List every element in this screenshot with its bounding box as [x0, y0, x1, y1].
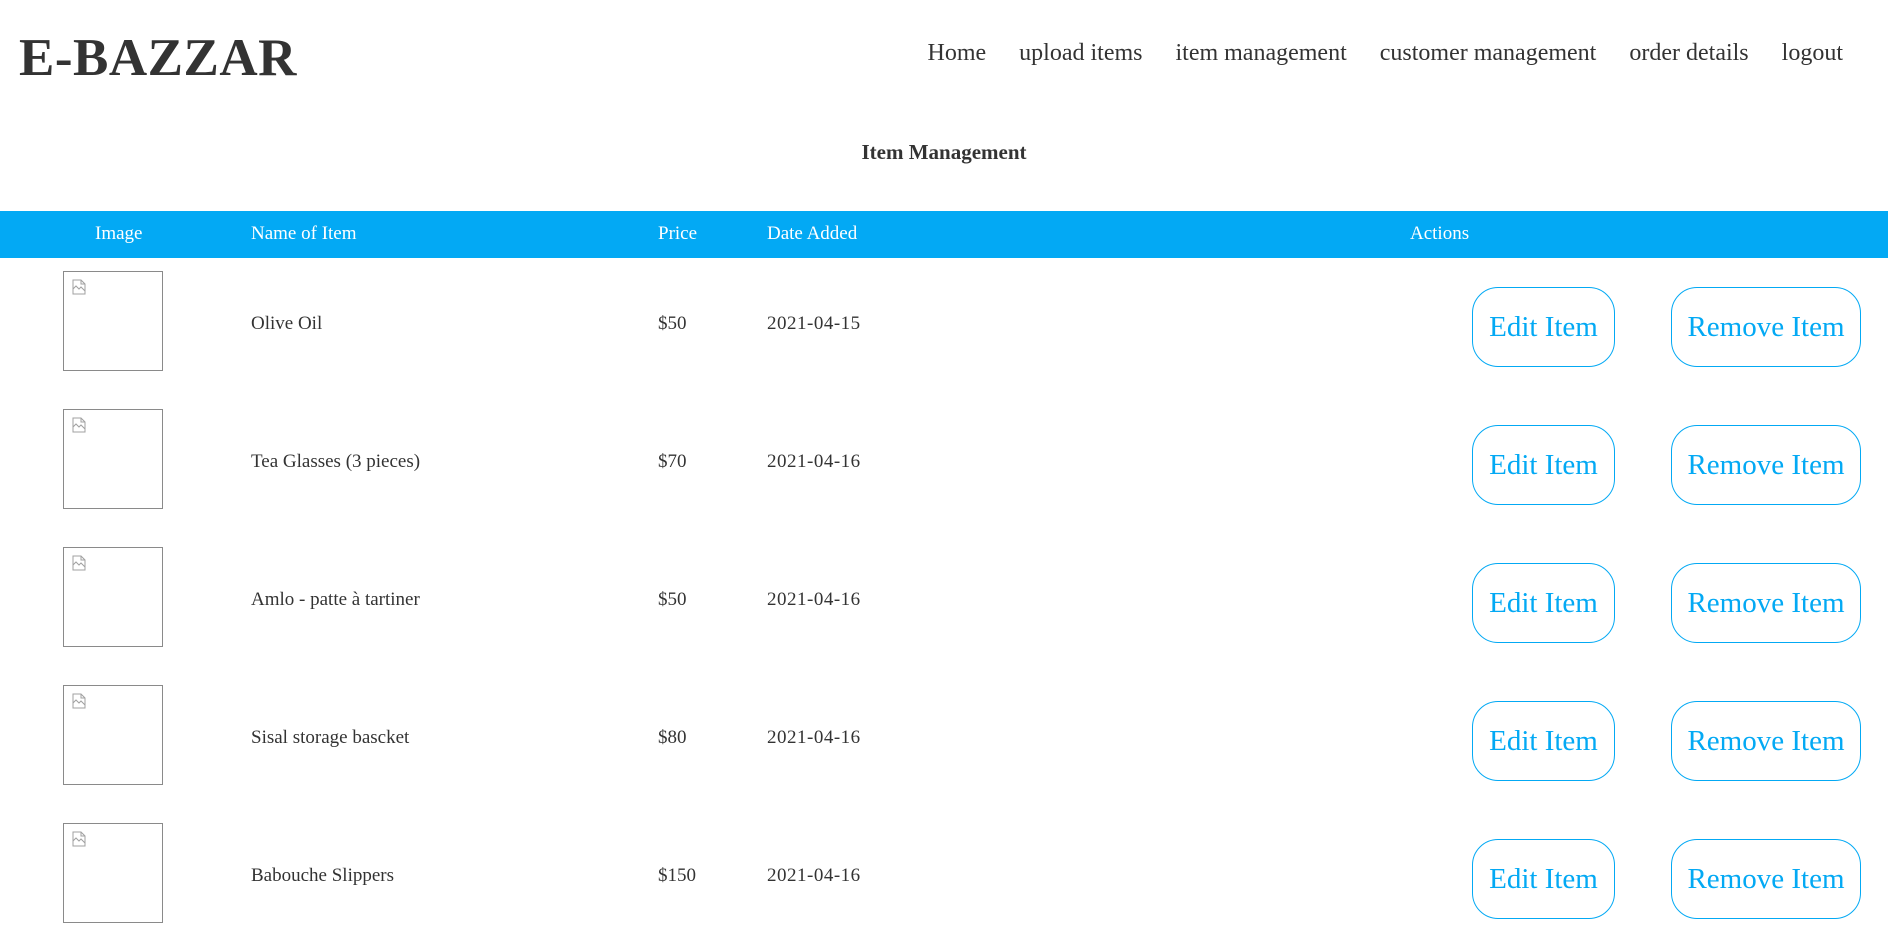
remove-item-button[interactable]: Remove Item	[1671, 563, 1861, 643]
table-row: Sisal storage bascket $80 2021-04-16 Edi…	[0, 672, 1888, 810]
table-row: Olive Oil $50 2021-04-15 Edit Item Remov…	[0, 258, 1888, 396]
item-price: $50	[658, 589, 687, 610]
item-price: $70	[658, 451, 687, 472]
item-name: Olive Oil	[251, 313, 323, 334]
nav-customer-management[interactable]: customer management	[1380, 40, 1597, 67]
main-nav: Home upload items item management custom…	[928, 40, 1844, 67]
item-image	[63, 547, 163, 647]
edit-item-button[interactable]: Edit Item	[1472, 701, 1615, 781]
header-date: Date Added	[767, 223, 858, 244]
item-image	[63, 823, 163, 923]
nav-item-management[interactable]: item management	[1175, 40, 1346, 67]
item-image	[63, 685, 163, 785]
item-name: Babouche Slippers	[251, 865, 395, 886]
edit-item-button[interactable]: Edit Item	[1472, 287, 1615, 367]
item-price: $80	[658, 727, 687, 748]
table-header: Image Name of Item Price Date Added Acti…	[0, 211, 1888, 258]
item-date-added: 2021-04-16	[767, 865, 861, 886]
item-date-added: 2021-04-16	[767, 451, 861, 472]
remove-item-button[interactable]: Remove Item	[1671, 839, 1861, 919]
edit-item-button[interactable]: Edit Item	[1472, 563, 1615, 643]
page-title: Item Management	[861, 140, 1027, 164]
nav-order-details[interactable]: order details	[1629, 40, 1748, 67]
remove-item-button[interactable]: Remove Item	[1671, 425, 1861, 505]
item-date-added: 2021-04-15	[767, 313, 861, 334]
item-image	[63, 271, 163, 371]
remove-item-button[interactable]: Remove Item	[1671, 287, 1861, 367]
broken-image-icon	[72, 279, 86, 295]
item-image	[63, 409, 163, 509]
edit-item-button[interactable]: Edit Item	[1472, 425, 1615, 505]
nav-logout[interactable]: logout	[1782, 40, 1843, 67]
header-name: Name of Item	[251, 223, 357, 244]
table-row: Babouche Slippers $150 2021-04-16 Edit I…	[0, 810, 1888, 948]
nav-home[interactable]: Home	[928, 40, 987, 67]
header-price: Price	[658, 223, 698, 244]
header-image: Image	[95, 223, 143, 244]
item-date-added: 2021-04-16	[767, 589, 861, 610]
broken-image-icon	[72, 555, 86, 571]
item-price: $150	[658, 865, 696, 886]
table-body: Olive Oil $50 2021-04-15 Edit Item Remov…	[0, 258, 1888, 948]
table-row: Tea Glasses (3 pieces) $70 2021-04-16 Ed…	[0, 396, 1888, 534]
item-name: Amlo - patte à tartiner	[251, 589, 420, 610]
item-date-added: 2021-04-16	[767, 727, 861, 748]
table-row: Amlo - patte à tartiner $50 2021-04-16 E…	[0, 534, 1888, 672]
broken-image-icon	[72, 417, 86, 433]
item-name: Sisal storage bascket	[251, 727, 410, 748]
site-logo[interactable]: E-BAZZAR	[19, 28, 297, 88]
remove-item-button[interactable]: Remove Item	[1671, 701, 1861, 781]
broken-image-icon	[72, 693, 86, 709]
item-price: $50	[658, 313, 687, 334]
nav-upload-items[interactable]: upload items	[1019, 40, 1142, 67]
items-table: Image Name of Item Price Date Added Acti…	[0, 211, 1888, 948]
header: E-BAZZAR Home upload items item manageme…	[0, 0, 1888, 115]
broken-image-icon	[72, 831, 86, 847]
item-name: Tea Glasses (3 pieces)	[251, 451, 421, 472]
edit-item-button[interactable]: Edit Item	[1472, 839, 1615, 919]
header-actions: Actions	[1410, 223, 1470, 244]
